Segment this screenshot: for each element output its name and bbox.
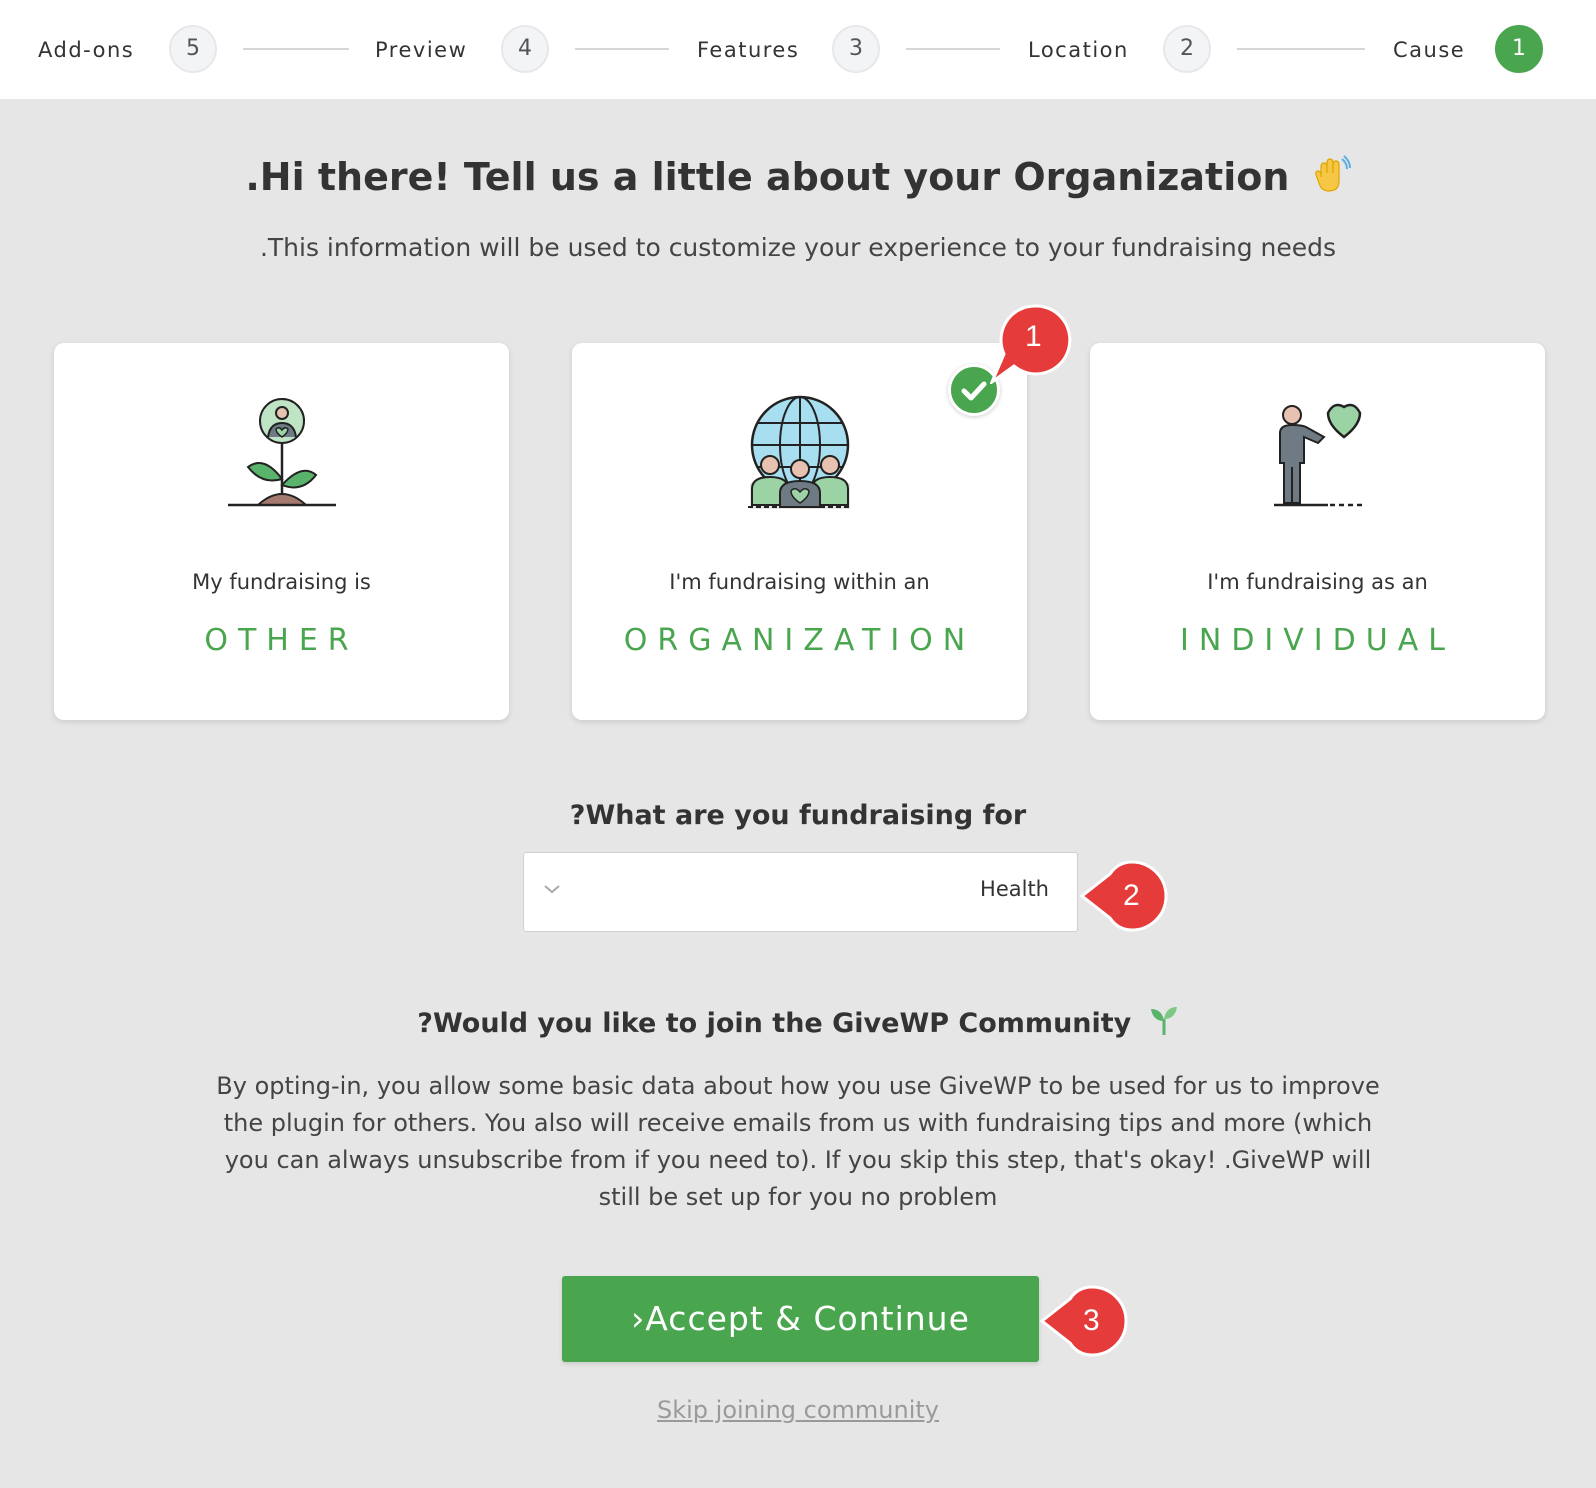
callout-marker-3: 3	[1039, 1283, 1132, 1363]
step-connector	[575, 48, 669, 50]
step-number-features[interactable]: 3	[832, 25, 880, 73]
accept-continue-button[interactable]: ›Accept & Continue	[562, 1276, 1039, 1362]
setup-stepper: Add-ons 5 Preview 4 Features 3 Location …	[0, 0, 1596, 99]
cause-card-other[interactable]: My fundraising is OTHER	[54, 343, 509, 720]
step-number-preview[interactable]: 4	[501, 25, 549, 73]
flower-person-icon	[54, 393, 509, 523]
callout-marker-1: 1	[988, 302, 1074, 388]
community-question-text: ?Would you like to join the GiveWP Commu…	[417, 1008, 1132, 1039]
cause-select[interactable]: Health	[523, 852, 1078, 932]
step-label-addons[interactable]: Add-ons	[38, 34, 134, 66]
card-other-title: OTHER	[204, 623, 359, 658]
step-label-location[interactable]: Location	[1028, 34, 1129, 66]
callout-marker-2: 2	[1079, 858, 1172, 938]
sprout-icon	[1149, 1005, 1179, 1044]
callout-number-1: 1	[1025, 320, 1042, 353]
callout-number-3: 3	[1083, 1304, 1100, 1337]
chevron-down-icon	[542, 879, 562, 903]
page-subtitle: .This information will be used to custom…	[259, 233, 1337, 262]
step-number-cause[interactable]: 1	[1495, 25, 1543, 73]
step-label-features[interactable]: Features	[697, 34, 799, 66]
card-individual-text: I'm fundraising as an	[1207, 570, 1428, 594]
community-question: ?Would you like to join the GiveWP Commu…	[0, 1005, 1596, 1044]
step-number-addons[interactable]: 5	[169, 25, 217, 73]
step-label-cause[interactable]: Cause	[1393, 34, 1465, 66]
person-heart-icon	[1090, 393, 1545, 523]
community-description: By opting-in, you allow some basic data …	[216, 1072, 1380, 1211]
step-connector	[243, 48, 349, 50]
callout-number-2: 2	[1123, 879, 1140, 912]
waving-hand-icon	[1311, 155, 1351, 204]
step-connector	[1237, 48, 1365, 50]
cause-select-value: Health	[980, 877, 1049, 901]
cause-question: ?What are you fundraising for	[569, 800, 1027, 831]
page-title: .Hi there! Tell us a little about your O…	[0, 155, 1596, 204]
step-connector	[906, 48, 1000, 50]
card-other-text: My fundraising is	[192, 570, 371, 594]
step-number-location[interactable]: 2	[1163, 25, 1211, 73]
cause-card-individual[interactable]: I'm fundraising as an INDIVIDUAL	[1090, 343, 1545, 720]
card-organization-text: I'm fundraising within an	[669, 570, 930, 594]
skip-community-link[interactable]: Skip joining community	[0, 1396, 1596, 1424]
card-individual-title: INDIVIDUAL	[1180, 623, 1455, 658]
card-organization-title: ORGANIZATION	[623, 623, 976, 658]
step-label-preview[interactable]: Preview	[375, 34, 467, 66]
page-title-text: .Hi there! Tell us a little about your O…	[245, 155, 1290, 199]
